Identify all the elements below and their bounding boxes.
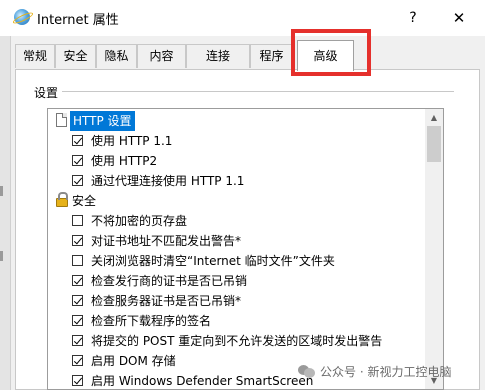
list-item-label: 不将加密的页存盘 <box>91 214 188 228</box>
settings-list[interactable]: HTTP 设置 使用 HTTP 1.1 使用 HTTP2 通过代理连接使用 HT… <box>47 108 444 390</box>
tab-content[interactable]: 内容 <box>137 44 186 68</box>
checkbox[interactable] <box>72 295 83 306</box>
tab-advanced[interactable]: 高级 <box>297 40 354 71</box>
internet-options-globe-icon <box>14 9 30 25</box>
scroll-thumb[interactable] <box>427 126 441 162</box>
list-item-label: 使用 HTTP2 <box>91 154 158 168</box>
checkbox[interactable] <box>72 315 83 326</box>
list-item-label: 通过代理连接使用 HTTP 1.1 <box>91 174 245 188</box>
help-button[interactable]: ? <box>400 6 426 30</box>
checkbox[interactable] <box>72 215 83 226</box>
watermark-text: 公众号 · 新视力工控电脑 <box>320 365 452 379</box>
title-bar: Internet 属性 ? ✕ <box>0 0 485 36</box>
tab-privacy[interactable]: 隐私 <box>96 44 137 68</box>
scroll-up-arrow-icon[interactable]: ▲ <box>425 109 443 126</box>
list-item-label: 对证书地址不匹配发出警告* <box>91 234 242 248</box>
list-item-label: 检查发行商的证书是否已吊销 <box>91 274 248 288</box>
background-window-edge <box>0 36 11 390</box>
checkbox[interactable] <box>72 355 83 366</box>
checkbox[interactable] <box>72 275 83 286</box>
wechat-logo-icon <box>298 364 315 378</box>
tab-connections[interactable]: 连接 <box>186 44 250 68</box>
window-title: Internet 属性 <box>37 13 119 28</box>
settings-group-divider <box>62 91 454 92</box>
checkbox[interactable] <box>72 375 83 386</box>
background-window-mark <box>0 251 3 261</box>
tab-security[interactable]: 安全 <box>55 44 96 68</box>
settings-group-label: 设置 <box>34 84 63 101</box>
list-item-label: 启用 DOM 存储 <box>91 354 176 368</box>
settings-scrollbar[interactable]: ▲ ▼ <box>425 109 443 389</box>
list-item-label: 检查服务器证书是否已吊销* <box>91 294 242 308</box>
checkbox[interactable] <box>72 235 83 246</box>
checkbox[interactable] <box>72 255 83 266</box>
checkbox[interactable] <box>72 135 83 146</box>
list-item-label: 启用 Windows Defender SmartScreen <box>91 374 314 388</box>
lock-icon <box>56 192 68 207</box>
tab-general[interactable]: 常规 <box>15 44 55 68</box>
checkbox[interactable] <box>72 175 83 186</box>
list-item-label: 检查所下载程序的签名 <box>91 314 212 328</box>
list-item-label: 将提交的 POST 重定向到不允许发送的区域时发出警告 <box>91 334 383 348</box>
group-label-http: HTTP 设置 <box>70 111 135 131</box>
background-window-mark <box>0 186 3 196</box>
list-item-label: 使用 HTTP 1.1 <box>91 134 173 148</box>
checkbox[interactable] <box>72 155 83 166</box>
list-item-label: 关闭浏览器时清空“Internet 临时文件”文件夹 <box>91 254 335 268</box>
group-label-security: 安全 <box>72 194 97 208</box>
tab-programs[interactable]: 程序 <box>250 44 293 68</box>
checkbox[interactable] <box>72 335 83 346</box>
document-icon <box>56 113 67 127</box>
close-button[interactable]: ✕ <box>444 6 474 30</box>
